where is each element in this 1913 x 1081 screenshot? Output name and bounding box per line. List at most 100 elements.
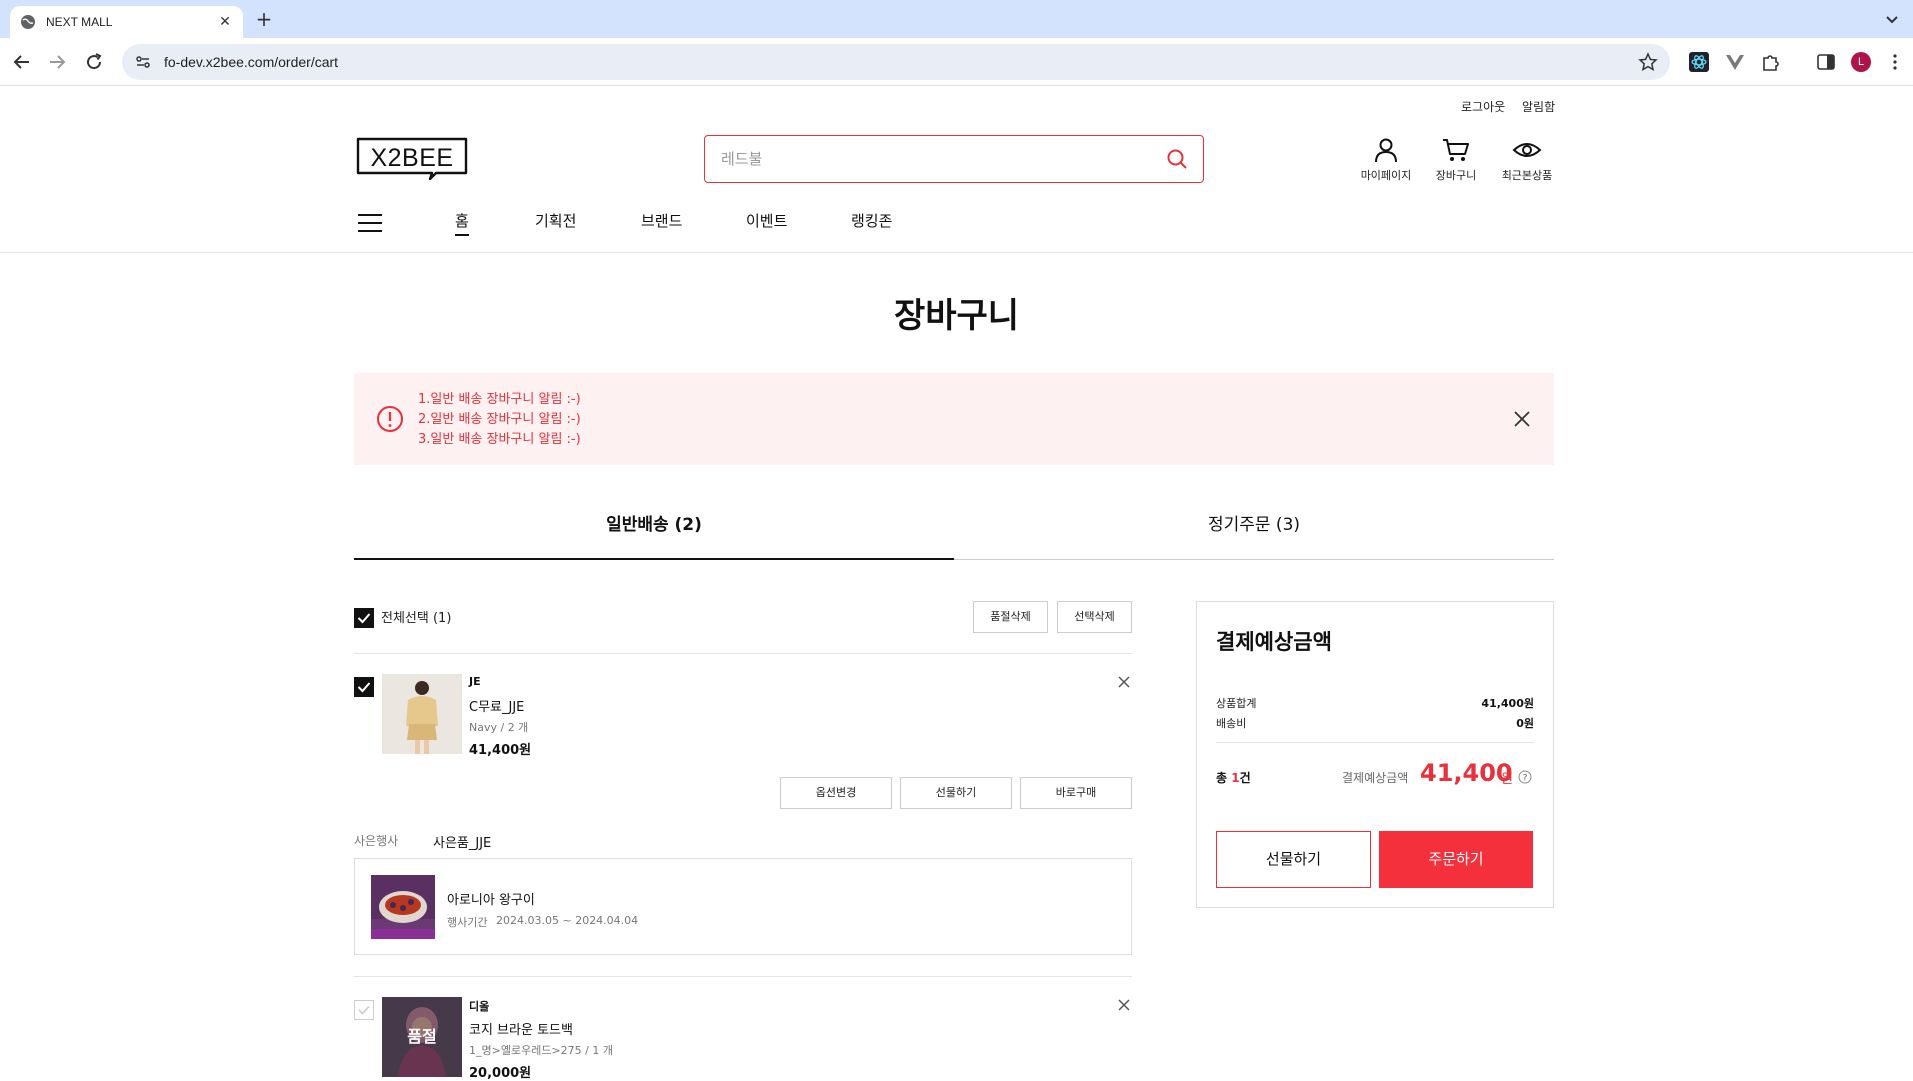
notice-line: 3.일반 배송 장바구니 알림 :-) xyxy=(418,432,581,447)
user-icon xyxy=(1375,138,1397,163)
gift-event-name: 사은품_JJE xyxy=(433,836,492,851)
gift-button[interactable]: 선물하기 xyxy=(1216,831,1371,888)
check-icon xyxy=(358,1005,370,1015)
product-name[interactable]: C무료_JJE xyxy=(469,696,524,715)
browser-tabbar: NEXT MALL ✕ + xyxy=(0,0,1913,38)
notifications-link[interactable]: 알림함 xyxy=(1522,98,1555,115)
gnb-home[interactable]: 홈 xyxy=(455,210,469,236)
remove-item-icon[interactable] xyxy=(1117,675,1131,689)
check-icon xyxy=(357,613,371,624)
extensions-puzzle-icon[interactable] xyxy=(1760,51,1782,73)
forward-icon[interactable] xyxy=(45,50,69,74)
item-count: 총 1건 xyxy=(1216,771,1251,785)
recent-items-button[interactable]: 최근본상품 xyxy=(1495,137,1559,183)
cart-button[interactable]: 장바구니 xyxy=(1424,137,1488,183)
back-icon[interactable] xyxy=(10,50,34,74)
gnb-brands[interactable]: 브랜드 xyxy=(641,210,682,231)
more-vert-icon[interactable] xyxy=(1888,51,1902,73)
cart-icon xyxy=(1443,139,1469,161)
buy-now-button[interactable]: 바로구매 xyxy=(1020,777,1132,809)
delete-soldout-button[interactable]: 품절삭제 xyxy=(973,601,1048,633)
gift-item-box: 아로니아 왕구이 행사기간 2024.03.05 ~ 2024.04.04 xyxy=(354,858,1132,955)
product-brand: JE xyxy=(469,675,481,688)
gift-item-button[interactable]: 선물하기 xyxy=(900,777,1012,809)
gift-period-label: 행사기간 xyxy=(447,916,488,929)
x2bee-logo[interactable]: X2BEE xyxy=(354,137,470,180)
cart-notice-banner: 1.일반 배송 장바구니 알림 :-) 2.일반 배송 장바구니 알림 :-) … xyxy=(354,373,1554,465)
help-icon[interactable]: ? xyxy=(1518,770,1532,784)
soldout-overlay: 품절 xyxy=(382,997,462,1077)
logout-link[interactable]: 로그아웃 xyxy=(1461,98,1505,115)
tab-subscription[interactable]: 정기주문 (3) xyxy=(954,510,1554,560)
search-input[interactable] xyxy=(721,150,1165,168)
search-box xyxy=(704,135,1204,183)
side-panel-icon[interactable] xyxy=(1815,51,1837,73)
bookmark-star-icon[interactable] xyxy=(1638,52,1658,72)
payment-summary: 결제예상금액 상품합계 41,400원 배송비 0원 총 1건 결제예상금액 4… xyxy=(1196,601,1554,908)
hamburger-menu-icon[interactable] xyxy=(358,212,382,234)
notice-line: 2.일반 배송 장바구니 알림 :-) xyxy=(418,412,581,427)
close-tab-icon[interactable]: ✕ xyxy=(217,14,233,30)
eye-icon xyxy=(1512,143,1542,157)
remove-item-icon[interactable] xyxy=(1117,998,1131,1012)
page-title: 장바구니 xyxy=(893,296,1020,336)
profile-avatar[interactable]: L xyxy=(1851,52,1871,72)
address-bar[interactable]: fo-dev.x2bee.com/order/cart xyxy=(122,44,1670,80)
header-divider xyxy=(0,252,1913,253)
product-price: 20,000원 xyxy=(469,1066,532,1081)
gift-period: 2024.03.05 ~ 2024.04.04 xyxy=(496,914,639,927)
reload-icon[interactable] xyxy=(82,50,106,74)
product-brand: 디올 xyxy=(469,1000,490,1013)
item-checkbox[interactable] xyxy=(354,677,374,697)
subtotal-value: 41,400원 xyxy=(1481,697,1534,710)
alert-circle-icon xyxy=(377,406,403,432)
check-icon xyxy=(357,682,371,693)
mypage-label: 마이페이지 xyxy=(1360,169,1412,182)
url-text[interactable]: fo-dev.x2bee.com/order/cart xyxy=(164,54,1638,70)
total-label: 결제예상금액 xyxy=(1342,771,1409,785)
list-divider xyxy=(354,976,1132,977)
svg-text:?: ? xyxy=(1523,774,1528,784)
shipping-label: 배송비 xyxy=(1216,717,1247,730)
product-name[interactable]: 코지 브라운 토드백 xyxy=(469,1019,573,1038)
total-amount: 41,400 xyxy=(1420,759,1513,787)
browser-toolbar: fo-dev.x2bee.com/order/cart L xyxy=(0,38,1913,86)
globe-icon xyxy=(21,15,35,29)
recent-items-label: 최근본상품 xyxy=(1501,169,1553,182)
site-settings-icon[interactable] xyxy=(134,53,152,71)
select-all-checkbox[interactable] xyxy=(354,608,374,628)
logo-text: X2BEE xyxy=(370,144,453,172)
notice-line: 1.일반 배송 장바구니 알림 :-) xyxy=(418,392,581,407)
gift-image xyxy=(371,875,435,939)
delete-selected-button[interactable]: 선택삭제 xyxy=(1057,601,1132,633)
search-icon[interactable] xyxy=(1165,147,1189,171)
tab-title: NEXT MALL xyxy=(46,15,113,29)
gift-event-label: 사은행사 xyxy=(354,834,399,848)
total-currency: 원 xyxy=(1501,772,1513,787)
notice-lines: 1.일반 배송 장바구니 알림 :-) 2.일반 배송 장바구니 알림 :-) … xyxy=(418,390,581,450)
order-button[interactable]: 주문하기 xyxy=(1379,831,1533,888)
vue-devtools-icon[interactable] xyxy=(1724,51,1746,73)
summary-divider xyxy=(1216,742,1534,743)
react-devtools-icon[interactable] xyxy=(1688,51,1710,73)
product-price: 41,400원 xyxy=(469,743,532,758)
summary-title: 결제예상금액 xyxy=(1216,630,1332,654)
list-divider xyxy=(354,653,1132,654)
change-option-button[interactable]: 옵션변경 xyxy=(780,777,892,809)
product-option: Navy / 2 개 xyxy=(469,721,529,734)
cart-label: 장바구니 xyxy=(1435,169,1477,182)
browser-tab[interactable]: NEXT MALL ✕ xyxy=(10,6,243,38)
tab-normal-delivery[interactable]: 일반배송 (2) xyxy=(354,510,954,560)
select-all-label[interactable]: 전체선택 (1) xyxy=(381,607,451,626)
new-tab-icon[interactable]: + xyxy=(254,9,274,29)
product-image[interactable] xyxy=(382,674,462,754)
product-image[interactable]: 품절 xyxy=(382,997,462,1077)
gnb-exhibitions[interactable]: 기획전 xyxy=(535,210,576,231)
gnb-ranking[interactable]: 랭킹존 xyxy=(851,210,892,231)
close-icon[interactable] xyxy=(1512,409,1532,429)
gnb-events[interactable]: 이벤트 xyxy=(746,210,787,231)
chevron-down-icon[interactable] xyxy=(1883,10,1901,28)
mypage-button[interactable]: 마이페이지 xyxy=(1354,137,1418,183)
product-option: 1_명>옐로우레드>275 / 1 개 xyxy=(469,1044,613,1057)
item-checkbox-disabled xyxy=(354,1000,374,1020)
